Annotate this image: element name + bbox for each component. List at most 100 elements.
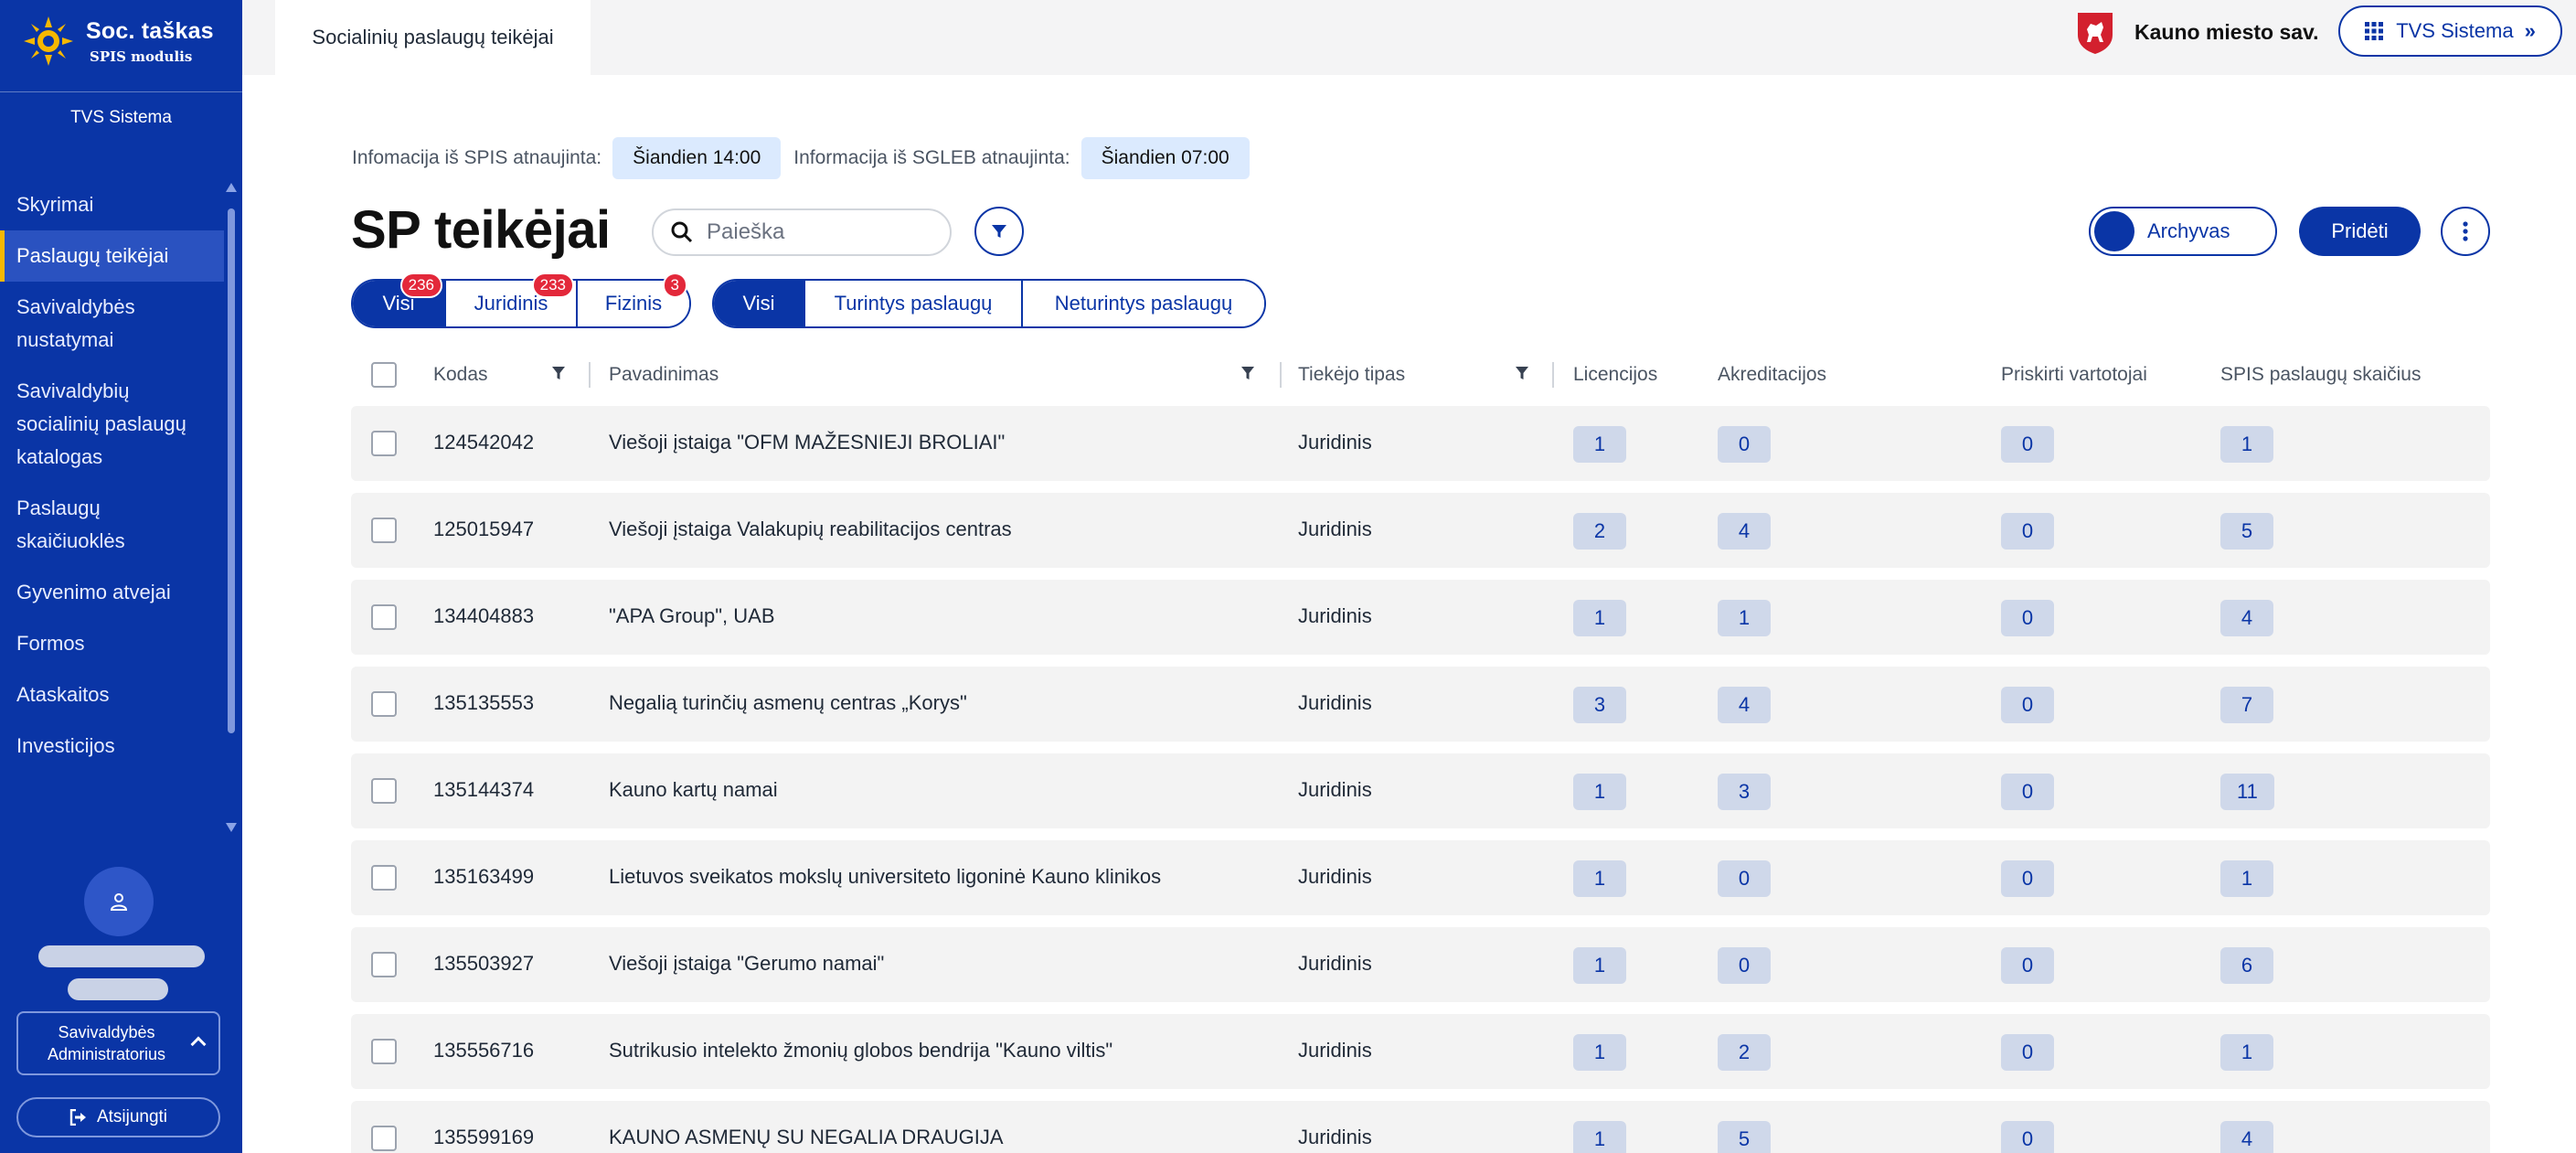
table-row[interactable]: 135144374 Kauno kartų namai Juridinis 1 … [351, 753, 2490, 828]
role-selector[interactable]: Savivaldybės Administratorius [16, 1011, 220, 1075]
avatar[interactable] [84, 867, 154, 936]
licenses-pill[interactable]: 1 [1573, 947, 1626, 984]
row-checkbox[interactable] [371, 691, 397, 717]
licenses-pill[interactable]: 1 [1573, 1034, 1626, 1071]
accreditations-pill[interactable]: 3 [1718, 774, 1771, 810]
row-checkbox[interactable] [371, 865, 397, 891]
filter-button[interactable] [974, 207, 1024, 256]
sidebar-item-gyvenimo-atvejai[interactable]: Gyvenimo atvejai [0, 567, 224, 618]
row-checkbox[interactable] [371, 518, 397, 543]
column-divider[interactable] [1280, 362, 1282, 388]
filter-icon[interactable] [1516, 366, 1528, 380]
logout-button[interactable]: Atsijungti [16, 1097, 220, 1137]
sidebar-item-ataskaitos[interactable]: Ataskaitos [0, 669, 224, 721]
assigned-users-pill[interactable]: 0 [2001, 947, 2054, 984]
licenses-pill[interactable]: 1 [1573, 426, 1626, 463]
table-row[interactable]: 134404883 "APA Group", UAB Juridinis 1 1… [351, 580, 2490, 655]
column-divider[interactable] [1552, 362, 1554, 388]
sidebar-item-formos[interactable]: Formos [0, 618, 224, 669]
add-button[interactable]: Pridėti [2299, 207, 2421, 256]
spis-services-pill[interactable]: 4 [2220, 1121, 2273, 1153]
accreditations-pill[interactable]: 4 [1718, 687, 1771, 723]
assigned-users-pill[interactable]: 0 [2001, 774, 2054, 810]
more-options-button[interactable] [2441, 207, 2490, 256]
search-input[interactable] [707, 219, 935, 245]
sidebar-item-savivaldybes-nustatymai[interactable]: Savivaldybės nustatymai [0, 282, 224, 366]
header-accreditations[interactable]: Akreditacijos [1718, 364, 1826, 386]
service-filter-turintys[interactable]: Turintys paslaugų [805, 281, 1023, 326]
assigned-users-pill[interactable]: 0 [2001, 600, 2054, 636]
scrollbar-thumb[interactable] [228, 208, 235, 733]
cell-name[interactable]: Viešoji įstaiga Valakupių reabilitacijos… [609, 518, 1012, 541]
select-all-checkbox[interactable] [371, 362, 397, 388]
assigned-users-pill[interactable]: 0 [2001, 513, 2054, 550]
tvs-system-button[interactable]: TVS Sistema » [2338, 5, 2562, 57]
assigned-users-pill[interactable]: 0 [2001, 1034, 2054, 1071]
assigned-users-pill[interactable]: 0 [2001, 860, 2054, 897]
archive-toggle[interactable]: Archyvas [2089, 207, 2277, 256]
spis-services-pill[interactable]: 1 [2220, 1034, 2273, 1071]
assigned-users-pill[interactable]: 0 [2001, 426, 2054, 463]
cell-name[interactable]: Viešoji įstaiga "Gerumo namai" [609, 952, 884, 976]
cell-name[interactable]: Viešoji įstaiga "OFM MAŽESNIEJI BROLIAI" [609, 431, 1005, 454]
column-divider[interactable] [589, 362, 591, 388]
licenses-pill[interactable]: 1 [1573, 860, 1626, 897]
sidebar-item-paslaugu-teikejai[interactable]: Paslaugų teikėjai [0, 230, 224, 282]
row-checkbox[interactable] [371, 952, 397, 977]
scroll-up-icon[interactable] [226, 183, 237, 192]
table-row[interactable]: 135556716 Sutrikusio intelekto žmonių gl… [351, 1014, 2490, 1089]
row-checkbox[interactable] [371, 1039, 397, 1064]
cell-name[interactable]: KAUNO ASMENŲ SU NEGALIA DRAUGIJA [609, 1126, 1004, 1149]
table-row[interactable]: 135163499 Lietuvos sveikatos mokslų univ… [351, 840, 2490, 915]
accreditations-pill[interactable]: 4 [1718, 513, 1771, 550]
type-filter-visi[interactable]: Visi 236 [353, 272, 446, 326]
assigned-users-pill[interactable]: 0 [2001, 687, 2054, 723]
sidebar-scrollbar[interactable] [226, 183, 237, 832]
spis-services-pill[interactable]: 11 [2220, 774, 2274, 810]
row-checkbox[interactable] [371, 604, 397, 630]
table-row[interactable]: 124542042 Viešoji įstaiga "OFM MAŽESNIEJ… [351, 406, 2490, 481]
sidebar-item-paslaugu-katalogas[interactable]: Savivaldybių socialinių paslaugų katalog… [0, 366, 224, 483]
scroll-down-icon[interactable] [226, 823, 237, 832]
table-row[interactable]: 135135553 Negalią turinčių asmenų centra… [351, 667, 2490, 742]
header-type[interactable]: Tiekėjo tipas [1298, 364, 1405, 386]
header-code[interactable]: Kodas [433, 364, 488, 386]
accreditations-pill[interactable]: 0 [1718, 947, 1771, 984]
accreditations-pill[interactable]: 5 [1718, 1121, 1771, 1153]
spis-services-pill[interactable]: 1 [2220, 860, 2273, 897]
spis-services-pill[interactable]: 1 [2220, 426, 2273, 463]
row-checkbox[interactable] [371, 1126, 397, 1151]
header-assigned-users[interactable]: Priskirti vartotojai [2001, 364, 2147, 386]
search-box[interactable] [652, 208, 952, 256]
licenses-pill[interactable]: 3 [1573, 687, 1626, 723]
table-row[interactable]: 135599169 KAUNO ASMENŲ SU NEGALIA DRAUGI… [351, 1101, 2490, 1153]
accreditations-pill[interactable]: 0 [1718, 860, 1771, 897]
filter-icon[interactable] [552, 366, 565, 380]
type-filter-juridinis[interactable]: Juridinis 233 [446, 272, 578, 326]
table-row[interactable]: 125015947 Viešoji įstaiga Valakupių reab… [351, 493, 2490, 568]
cell-name[interactable]: Lietuvos sveikatos mokslų universiteto l… [609, 865, 1161, 889]
row-checkbox[interactable] [371, 778, 397, 804]
sidebar-item-investicijos[interactable]: Investicijos [0, 721, 224, 772]
spis-services-pill[interactable]: 5 [2220, 513, 2273, 550]
service-filter-neturintys[interactable]: Neturintys paslaugų [1023, 281, 1264, 326]
cell-name[interactable]: "APA Group", UAB [609, 604, 775, 628]
licenses-pill[interactable]: 2 [1573, 513, 1626, 550]
table-row[interactable]: 135503927 Viešoji įstaiga "Gerumo namai"… [351, 927, 2490, 1002]
cell-name[interactable]: Kauno kartų namai [609, 778, 778, 802]
cell-name[interactable]: Sutrikusio intelekto žmonių globos bendr… [609, 1039, 1112, 1062]
accreditations-pill[interactable]: 1 [1718, 600, 1771, 636]
accreditations-pill[interactable]: 2 [1718, 1034, 1771, 1071]
sidebar-item-skyrimai[interactable]: Skyrimai [0, 179, 224, 230]
type-filter-fizinis[interactable]: Fizinis 3 [578, 272, 689, 326]
row-checkbox[interactable] [371, 431, 397, 456]
header-spis-services[interactable]: SPIS paslaugų skaičius [2220, 364, 2421, 386]
filter-icon[interactable] [1241, 366, 1254, 380]
sidebar-item-paslaugu-skaiciuokles[interactable]: Paslaugų skaičiuoklės [0, 483, 224, 567]
licenses-pill[interactable]: 1 [1573, 600, 1626, 636]
licenses-pill[interactable]: 1 [1573, 774, 1626, 810]
licenses-pill[interactable]: 1 [1573, 1121, 1626, 1153]
spis-services-pill[interactable]: 4 [2220, 600, 2273, 636]
service-filter-visi[interactable]: Visi [714, 281, 805, 326]
app-logo[interactable]: Soc. taškas SPIS modulis [22, 15, 214, 68]
